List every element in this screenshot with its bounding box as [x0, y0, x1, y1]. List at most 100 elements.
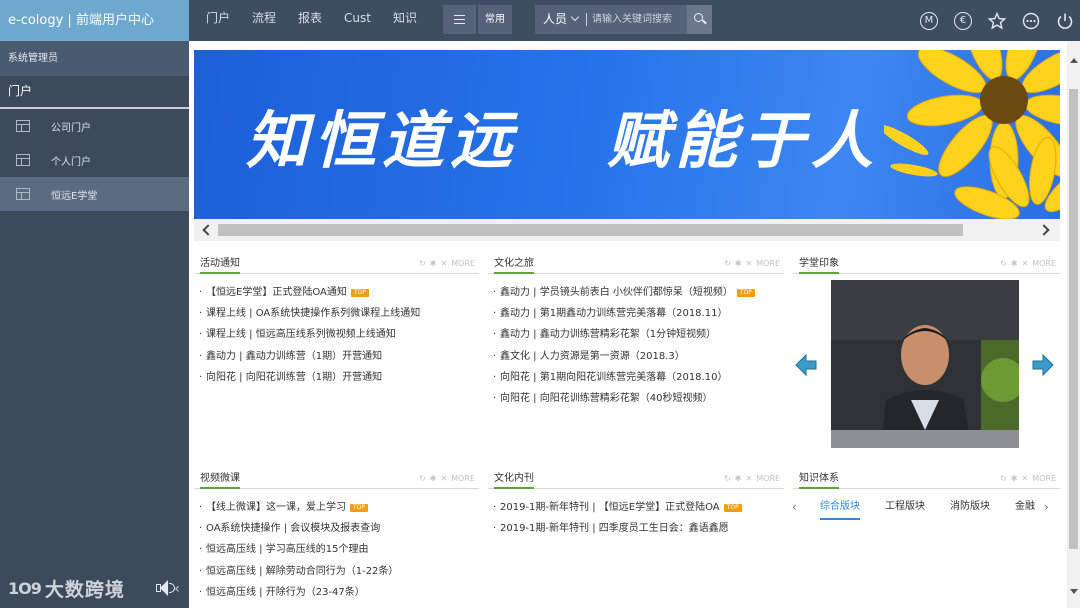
sidebar-item-company-portal[interactable]: 公司门户 [0, 109, 189, 143]
list-item[interactable]: 向阳花 | 第1期向阳花训练营完美落幕（2018.10） [488, 367, 784, 388]
scroll-down-arrow[interactable] [1070, 589, 1078, 594]
close-icon[interactable]: ✕ [745, 474, 752, 483]
tab-comprehensive[interactable]: 综合版块 [820, 496, 860, 520]
nav-knowledge[interactable]: 知识 [393, 0, 417, 41]
sidebar-item-personal-portal[interactable]: 个人门户 [0, 143, 189, 177]
more-link[interactable]: MORE [756, 474, 780, 483]
list-item[interactable]: 鑫动力 | 鑫动力训练营（1期）开营通知 [194, 346, 479, 367]
more-link[interactable]: MORE [756, 259, 780, 268]
close-icon[interactable]: ✕ [440, 259, 447, 268]
list-item[interactable]: 2019-1期-新年特刊 | 【恒远E学堂】正式登陆OATOP [488, 497, 784, 518]
scroll-thumb[interactable] [1069, 89, 1078, 549]
scroll-thumb[interactable] [218, 224, 963, 236]
more-icon[interactable] [1022, 12, 1040, 30]
sidebar-item-e-school[interactable]: 恒远E学堂 [0, 177, 189, 211]
more-link[interactable]: MORE [1032, 259, 1056, 268]
list-item[interactable]: 恒远高压线 | 学习高压线的15个理由 [194, 539, 479, 560]
refresh-icon[interactable]: ↻ [1000, 474, 1007, 483]
panel-title[interactable]: 活动通知 [200, 255, 240, 274]
panel-header: 视频微课 ↻ ✱ ✕ MORE [194, 470, 479, 489]
panel-title[interactable]: 视频微课 [200, 470, 240, 489]
power-icon[interactable] [1056, 12, 1074, 30]
more-link[interactable]: MORE [451, 474, 475, 483]
tab-prev-icon[interactable]: ‹ [792, 500, 797, 514]
more-link[interactable]: MORE [451, 259, 475, 268]
panel-tools: ↻ ✱ ✕ MORE [996, 259, 1056, 268]
settings-icon[interactable]: ✱ [430, 474, 437, 483]
tab-finance[interactable]: 金融 [1015, 496, 1037, 518]
banner-horizontal-scrollbar[interactable] [194, 219, 1060, 241]
speaker-icon[interactable] [154, 578, 176, 598]
speaker-wave [169, 583, 175, 593]
refresh-icon[interactable]: ↻ [724, 474, 731, 483]
list-item-text: 鑫动力 | 鑫动力训练营精彩花絮（1分钟短视频） [500, 329, 717, 341]
common-button[interactable]: 常用 [478, 5, 512, 34]
carousel-prev-icon[interactable] [794, 353, 818, 377]
close-icon[interactable]: ✕ [440, 474, 447, 483]
search-scope-select[interactable]: 人员 [543, 5, 580, 34]
nav-reports[interactable]: 报表 [298, 0, 322, 41]
list-item[interactable]: 课程上线 | OA系统快捷操作系列微课程上线通知 [194, 303, 479, 324]
tab-fire[interactable]: 消防版块 [950, 496, 990, 518]
m-icon[interactable]: M [920, 11, 938, 30]
search-scope-label: 人员 [543, 12, 568, 26]
settings-icon[interactable]: ✱ [735, 474, 742, 483]
list-item-text: 鑫动力 | 学员镜头前表白 小伙伴们都惊呆（短视频） [500, 287, 733, 298]
notice-list: 【恒远E学堂】正式登陆OA通知TOP 课程上线 | OA系统快捷操作系列微课程上… [194, 282, 479, 388]
close-icon[interactable]: ✕ [1021, 259, 1028, 268]
tab-next-icon[interactable]: › [1044, 500, 1049, 514]
nav-workflow[interactable]: 流程 [252, 0, 276, 41]
e-icon[interactable]: € [954, 11, 972, 30]
list-item[interactable]: 恒远高压线 | 开除行为（23-47条） [194, 582, 479, 603]
list-item[interactable]: 恒远高压线 | 解除劳动合同行为（1-22条） [194, 561, 479, 582]
vertical-scrollbar[interactable] [1067, 41, 1080, 608]
refresh-icon[interactable]: ↻ [724, 259, 731, 268]
scroll-right-arrow[interactable] [1038, 224, 1050, 236]
scroll-up-arrow[interactable] [1070, 58, 1078, 63]
list-item[interactable]: 【恒远E学堂】正式登陆OA通知TOP [194, 282, 479, 303]
list-item[interactable]: 向阳花 | 向阳花训练营精彩花絮（40秒短视频） [488, 388, 784, 409]
sidebar-section-title: 门户 [0, 76, 189, 109]
list-item[interactable]: 课程上线 | 恒远高压线系列微视频上线通知 [194, 324, 479, 345]
list-item[interactable]: 向阳花 | 向阳花训练营（1期）开营通知 [194, 367, 479, 388]
scroll-left-arrow[interactable] [202, 224, 214, 236]
search-input[interactable] [592, 10, 685, 29]
menu-button[interactable] [443, 5, 476, 34]
list-item-text: 向阳花 | 向阳花训练营精彩花絮（40秒短视频） [500, 393, 713, 405]
list-item[interactable]: 【线上微课】这一课，爱上学习 TOP [194, 497, 479, 518]
panel-title[interactable]: 知识体系 [799, 470, 839, 489]
more-link[interactable]: MORE [1032, 474, 1056, 483]
list-item-text: 鑫文化 | 人力资源是第一资源（2018.3） [500, 350, 685, 362]
settings-icon[interactable]: ✱ [1011, 259, 1018, 268]
panel-title[interactable]: 文化内刊 [494, 470, 534, 489]
settings-icon[interactable]: ✱ [430, 259, 437, 268]
list-item[interactable]: 鑫动力 | 学员镜头前表白 小伙伴们都惊呆（短视频）TOP [488, 282, 784, 303]
refresh-icon[interactable]: ↻ [1000, 259, 1007, 268]
close-icon[interactable]: ✕ [1021, 474, 1028, 483]
banner-slogan-right: 赋能于人 [607, 104, 880, 177]
tab-engineering[interactable]: 工程版块 [885, 496, 925, 518]
star-icon[interactable] [987, 11, 1007, 30]
list-item[interactable]: 鑫文化 | 人力资源是第一资源（2018.3） [488, 346, 784, 367]
search-button[interactable] [687, 5, 712, 34]
carousel-next-icon[interactable] [1031, 353, 1055, 377]
list-item-text: 向阳花 | 向阳花训练营（1期）开营通知 [206, 371, 383, 383]
impression-photo[interactable] [831, 280, 1019, 448]
current-user[interactable]: 系统管理员 [0, 41, 189, 76]
top-badge: TOP [350, 289, 369, 297]
settings-icon[interactable]: ✱ [735, 259, 742, 268]
nav-portal[interactable]: 门户 [206, 0, 230, 41]
list-item[interactable]: 鑫动力 | 第1期鑫动力训练营完美落幕（2018.11） [488, 303, 784, 324]
nav-cust[interactable]: Cust [344, 0, 371, 41]
portal-icon [16, 154, 30, 166]
refresh-icon[interactable]: ↻ [419, 474, 426, 483]
close-icon[interactable]: ✕ [745, 259, 752, 268]
list-item[interactable]: OA系统快捷操作 | 会议模块及报表查询 [194, 518, 479, 539]
list-item[interactable]: 2019-1期-新年特刊 | 四季度员工生日会：鑫语鑫愿 [488, 518, 784, 539]
panel-title[interactable]: 文化之旅 [494, 255, 534, 274]
app-title[interactable]: e-cology | 前端用户中心 [0, 0, 189, 41]
panel-title[interactable]: 学堂印象 [799, 255, 839, 274]
refresh-icon[interactable]: ↻ [419, 259, 426, 268]
list-item[interactable]: 鑫动力 | 鑫动力训练营精彩花絮（1分钟短视频） [488, 324, 784, 345]
settings-icon[interactable]: ✱ [1011, 474, 1018, 483]
